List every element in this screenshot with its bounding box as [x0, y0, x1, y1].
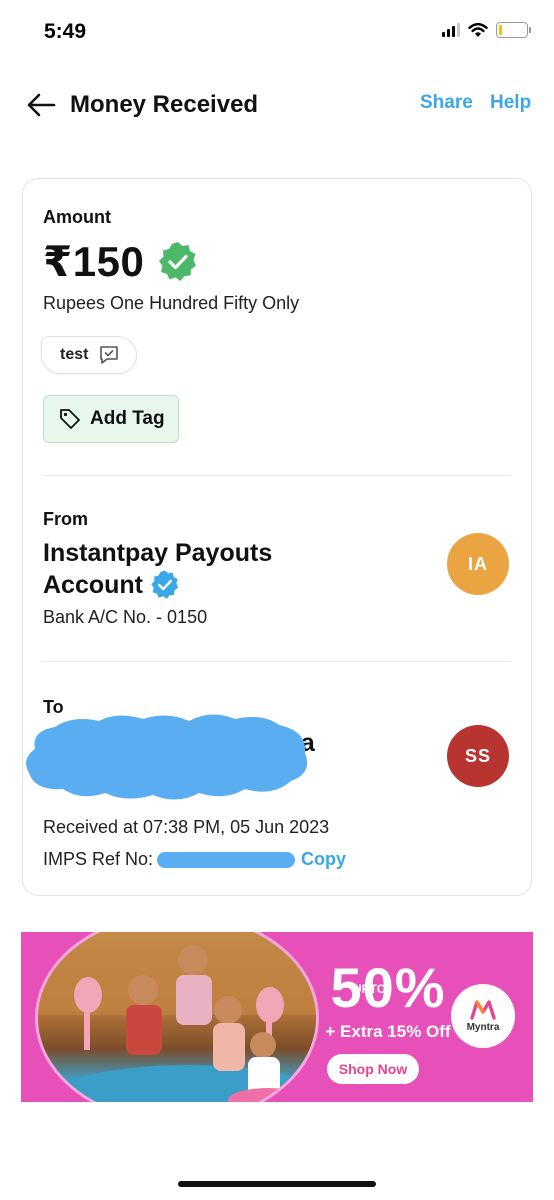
header: Money Received Share Help [0, 78, 554, 134]
sender-account: Bank A/C No. - 0150 [43, 607, 208, 627]
from-label: From [43, 509, 88, 529]
ad-extra-offer: + Extra 15% Off [325, 1022, 451, 1041]
myntra-ad-banner[interactable]: 50% UPTO + Extra 15% Off Shop Now Myntra [21, 932, 533, 1102]
sender-avatar: IA [447, 533, 509, 595]
redaction-scribble [26, 714, 308, 800]
help-button[interactable]: Help [490, 92, 531, 114]
received-at: Received at 07:38 PM, 05 Jun 2023 [43, 817, 330, 837]
sender-name: Instantpay Payouts Account [43, 537, 343, 601]
ad-offer: 50% UPTO + Extra 15% Off [313, 960, 463, 1042]
imps-ref-label: IMPS Ref No: [43, 849, 154, 869]
transaction-card: Amount ₹150 Rupees One Hundred Fifty Onl… [22, 178, 532, 896]
ad-percent: 50% [330, 956, 446, 1019]
note-chip[interactable]: test [41, 336, 138, 374]
myntra-logo-text: Myntra [466, 1021, 500, 1033]
myntra-m-icon [470, 999, 496, 1020]
copy-button[interactable]: Copy [301, 849, 346, 870]
amount-in-words: Rupees One Hundred Fifty Only [43, 293, 300, 313]
status-time: 5:49 [44, 20, 87, 43]
recipient-avatar: SS [447, 725, 509, 787]
ad-upto: UPTO [353, 982, 387, 996]
divider [43, 661, 511, 662]
page-title: Money Received [70, 91, 259, 118]
ad-people-illustration [38, 945, 316, 1102]
wifi-icon [468, 22, 488, 37]
add-tag-label: Add Tag [90, 408, 165, 429]
add-tag-button[interactable]: Add Tag [43, 395, 179, 443]
ad-photo [35, 932, 319, 1102]
amount-label: Amount [43, 207, 111, 227]
back-arrow-icon[interactable] [24, 90, 58, 120]
status-icons [442, 22, 531, 38]
battery-icon [496, 22, 531, 38]
share-button[interactable]: Share [420, 92, 473, 114]
imps-ref-row: IMPS Ref No: Copy [43, 849, 346, 870]
imps-ref-redaction [157, 851, 296, 868]
message-icon [100, 346, 119, 364]
amount-value: ₹150 [43, 238, 145, 285]
verified-badge-icon [151, 570, 179, 599]
shop-now-button[interactable]: Shop Now [327, 1054, 419, 1084]
tag-icon [60, 409, 80, 429]
signal-icon [442, 23, 460, 37]
sender-name-line1: Instantpay Payouts [43, 539, 273, 567]
home-indicator[interactable] [178, 1181, 376, 1187]
myntra-logo: Myntra [451, 984, 515, 1048]
status-bar: 5:49 [0, 0, 554, 66]
amount-row: ₹150 [43, 237, 200, 286]
sender-name-line2: Account [43, 571, 143, 599]
verified-badge-icon [159, 241, 197, 281]
divider [43, 475, 511, 476]
note-text: test [60, 346, 89, 363]
